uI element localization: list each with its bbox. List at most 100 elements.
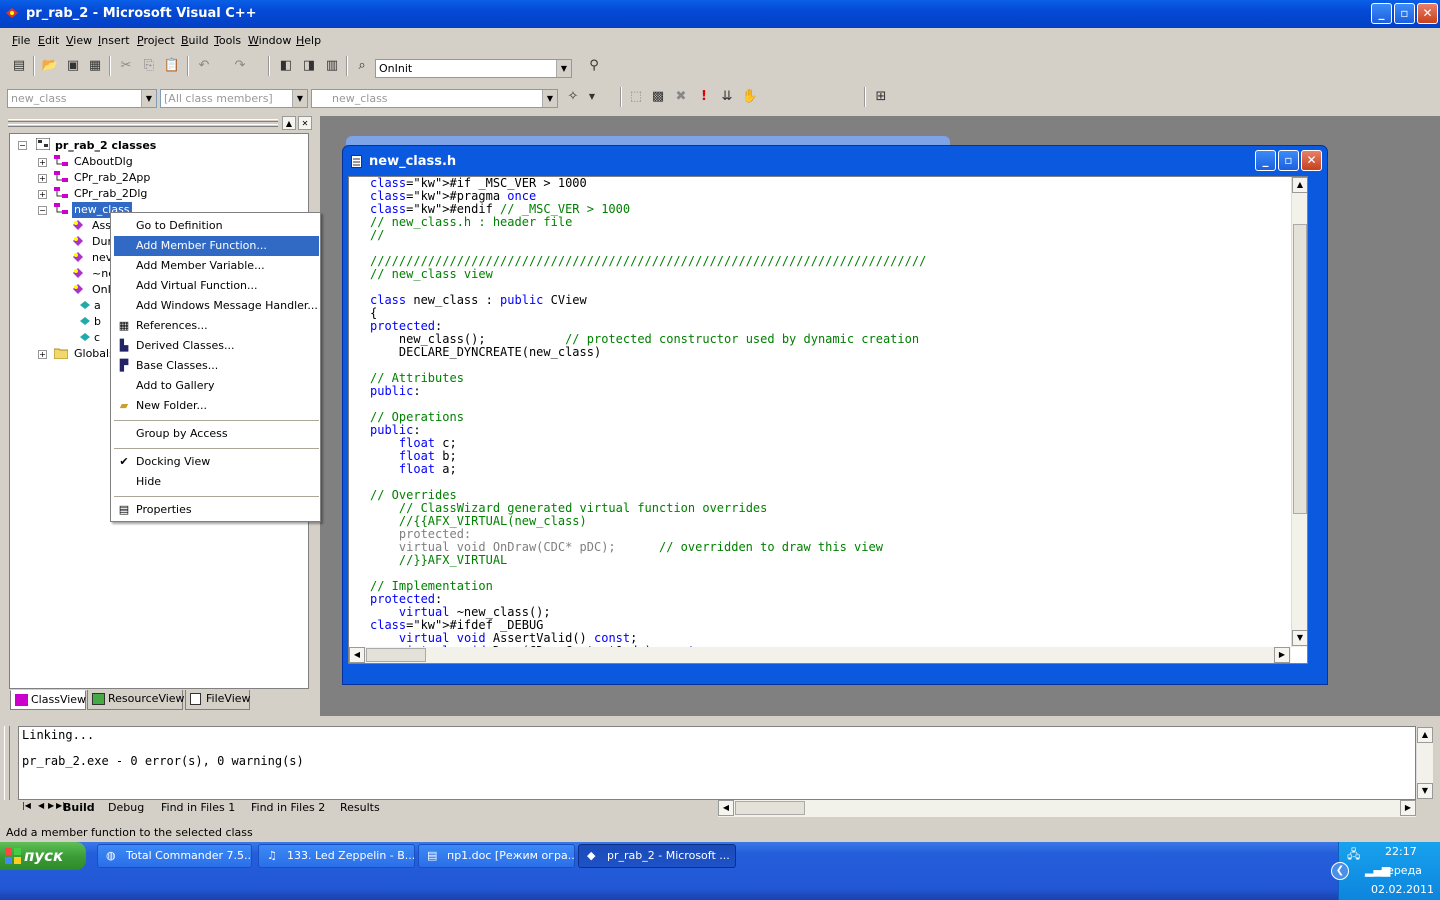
scroll-right-icon[interactable]: ▶	[1400, 800, 1416, 816]
output-text[interactable]: Linking... pr_rab_2.exe - 0 error(s), 0 …	[18, 726, 1416, 800]
tab-prev-icon[interactable]: ◀	[38, 801, 44, 810]
minimize-button[interactable]: _	[1371, 3, 1392, 24]
code-line[interactable]: DECLARE_DYNCREATE(new_class)	[370, 346, 926, 359]
code-line[interactable]: // Operations	[370, 411, 926, 424]
class-combo[interactable]: new_class ▼	[7, 89, 157, 108]
scroll-thumb[interactable]	[735, 801, 805, 815]
taskbar-item-media-player[interactable]: ♫ 133. Led Zeppelin - B...	[258, 844, 415, 868]
start-button[interactable]: пуск	[0, 842, 86, 870]
taskbar-item-total-commander[interactable]: ◍ Total Commander 7.5...	[97, 844, 252, 868]
menu-item-add-message-handler[interactable]: Add Windows Message Handler...	[114, 296, 319, 316]
new-text-file-icon[interactable]: ▤	[9, 56, 29, 76]
scroll-up-icon[interactable]: ▲	[1292, 177, 1307, 193]
build-icon[interactable]: ▩	[648, 87, 668, 107]
code-line[interactable]: // Implementation	[370, 580, 926, 593]
workspace-window-icon[interactable]: ◧	[276, 56, 296, 76]
tab-results[interactable]: Results	[340, 800, 380, 816]
menu-build[interactable]: Build	[181, 34, 209, 47]
menu-window[interactable]: Window	[248, 34, 291, 47]
maximize-pane-icon[interactable]: ▲	[282, 116, 296, 130]
output-window-icon[interactable]: ◨	[299, 56, 319, 76]
chevron-down-icon[interactable]: ▼	[292, 90, 307, 107]
tab-resourceview[interactable]: ResourceView	[87, 690, 185, 710]
paste-icon[interactable]: 📋	[162, 56, 182, 76]
network-icon[interactable]: 🖧	[1347, 845, 1360, 866]
menu-item-add-to-gallery[interactable]: Add to Gallery	[114, 376, 319, 396]
code-line[interactable]: public:	[370, 385, 926, 398]
window-list-icon[interactable]: ▥	[322, 56, 342, 76]
collapse-icon[interactable]: −	[38, 206, 47, 215]
open-folder-icon[interactable]: 📂	[40, 56, 60, 76]
scroll-thumb[interactable]	[366, 648, 426, 662]
grip[interactable]	[8, 119, 278, 122]
code-text[interactable]: class="kw">#if _MSC_VER > 1000 class="kw"…	[370, 177, 926, 663]
scroll-left-icon[interactable]: ◀	[349, 647, 365, 663]
code-line[interactable]: float a;	[370, 463, 926, 476]
expand-icon[interactable]: +	[38, 190, 47, 199]
menu-item-hide[interactable]: Hide	[114, 472, 319, 492]
execute-icon[interactable]: !	[694, 87, 714, 107]
menu-item-add-virtual-function[interactable]: Add Virtual Function...	[114, 276, 319, 296]
doc-maximize-button[interactable]: ▫	[1278, 150, 1299, 171]
save-all-icon[interactable]: ▦	[85, 56, 105, 76]
menu-item-new-folder[interactable]: ▰ New Folder...	[114, 396, 319, 416]
menu-item-properties[interactable]: ▤ Properties	[114, 500, 319, 520]
maximize-button[interactable]: ▫	[1394, 3, 1415, 24]
tab-fileview[interactable]: FileView	[185, 690, 251, 710]
tab-debug[interactable]: Debug	[108, 800, 144, 816]
expand-icon[interactable]: +	[38, 174, 47, 183]
code-line[interactable]: // new_class.h : header file	[370, 216, 926, 229]
doc-close-button[interactable]: ✕	[1301, 150, 1322, 171]
taskbar-item-word-document[interactable]: ▤ пр1.doc [Режим огра...	[418, 844, 575, 868]
menu-view[interactable]: View	[66, 34, 92, 47]
go-icon[interactable]: ⇊	[717, 87, 737, 107]
scroll-down-icon[interactable]: ▼	[1417, 783, 1433, 799]
clock-time[interactable]: 22:17	[1385, 845, 1417, 858]
breakpoint-hand-icon[interactable]: ✋	[740, 87, 760, 107]
scroll-left-icon[interactable]: ◀	[718, 800, 734, 816]
tree-root[interactable]: pr_rab_2 classes	[55, 138, 156, 154]
find-in-files-icon[interactable]: ⌕	[352, 56, 372, 76]
code-line[interactable]: {	[370, 307, 926, 320]
menu-item-references[interactable]: ▦ References...	[114, 316, 319, 336]
menu-insert[interactable]: Insert	[98, 34, 130, 47]
close-button[interactable]: ✕	[1417, 3, 1438, 24]
undo-icon[interactable]: ↶	[194, 56, 214, 76]
tree-member-item[interactable]: Dur	[92, 234, 112, 250]
menu-item-derived-classes[interactable]: ▙ Derived Classes...	[114, 336, 319, 356]
scroll-thumb[interactable]	[1293, 224, 1307, 514]
chevron-down-icon[interactable]: ▼	[556, 60, 571, 77]
code-line[interactable]: // new_class view	[370, 268, 926, 281]
configuration-icon[interactable]: ⊞	[871, 87, 891, 107]
expand-icon[interactable]: +	[38, 350, 47, 359]
wizard-action-icon[interactable]: ✧	[563, 87, 583, 107]
editor-horizontal-scrollbar[interactable]: ◀ ▶	[349, 647, 1291, 663]
tree-member-item[interactable]: c	[94, 330, 100, 346]
code-line[interactable]: //	[370, 229, 926, 242]
menu-edit[interactable]: Edit	[38, 34, 59, 47]
chevron-down-icon[interactable]: ▼	[582, 87, 602, 107]
grip[interactable]	[4, 726, 10, 800]
output-horizontal-scrollbar[interactable]: ◀ ▶	[718, 800, 1416, 817]
editor-vertical-scrollbar[interactable]: ▲ ▼	[1291, 177, 1307, 647]
menu-item-add-member-function[interactable]: Add Member Function...	[114, 236, 319, 256]
tab-next-icon[interactable]: ▶	[48, 801, 54, 810]
scroll-up-icon[interactable]: ▲	[1417, 727, 1433, 743]
collapse-icon[interactable]: −	[18, 141, 27, 150]
code-line[interactable]: //}}AFX_VIRTUAL	[370, 554, 926, 567]
close-pane-icon[interactable]: ✕	[298, 116, 312, 130]
stop-build-icon[interactable]: ✖	[671, 87, 691, 107]
taskbar-item-visual-cpp[interactable]: ◆ pr_rab_2 - Microsoft ...	[578, 844, 736, 868]
compile-icon[interactable]: ⬚	[626, 87, 646, 107]
menu-item-go-to-definition[interactable]: Go to Definition	[114, 216, 319, 236]
tab-classview[interactable]: ClassView	[10, 690, 86, 710]
menu-item-base-classes[interactable]: ▛ Base Classes...	[114, 356, 319, 376]
search-binoculars-icon[interactable]: ⚲	[584, 56, 604, 76]
find-combo[interactable]: OnInit ▼	[375, 59, 572, 78]
tree-member-item[interactable]: a	[94, 298, 101, 314]
code-editor[interactable]: class="kw">#if _MSC_VER > 1000 class="kw"…	[348, 176, 1308, 664]
tab-find-in-files-2[interactable]: Find in Files 2	[251, 800, 325, 816]
redo-icon[interactable]: ↷	[230, 56, 250, 76]
tab-first-icon[interactable]: |◀	[22, 801, 31, 810]
menu-help[interactable]: Help	[296, 34, 321, 47]
